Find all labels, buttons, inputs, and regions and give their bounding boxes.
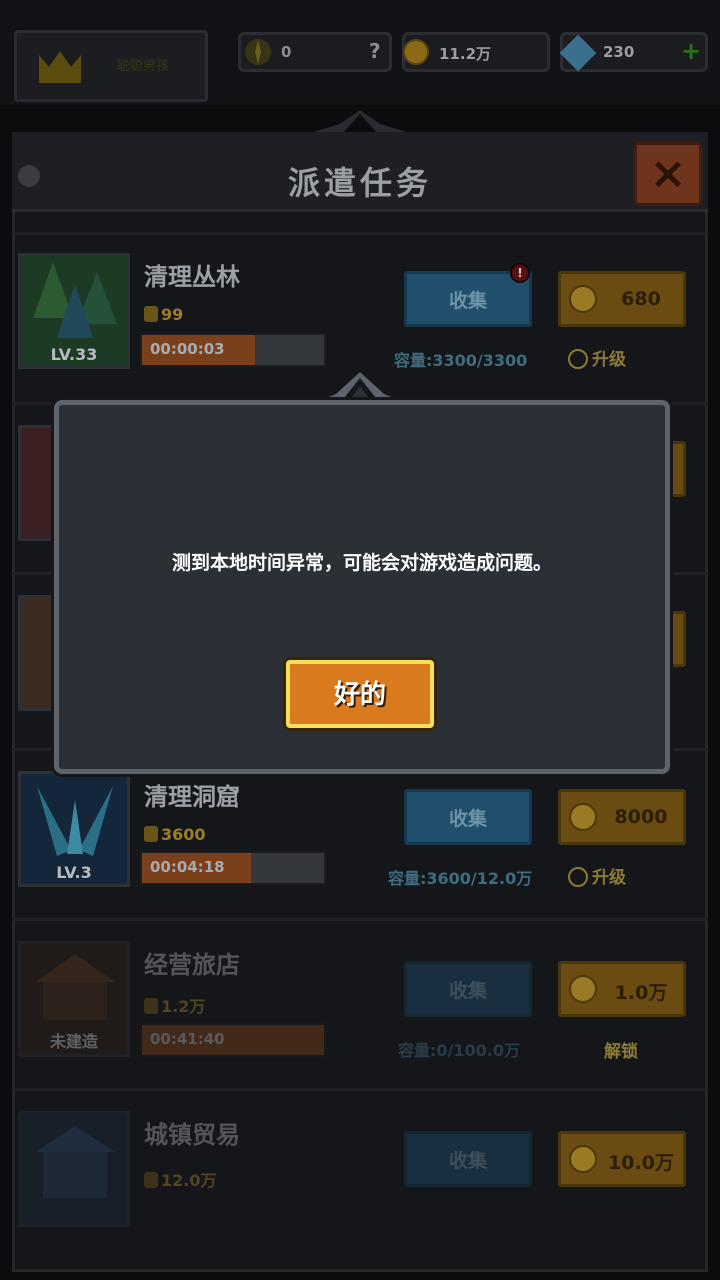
coin-icon bbox=[144, 1172, 158, 1188]
cost-value: 1.0万 bbox=[614, 982, 668, 1004]
upgrade-label: 升级 bbox=[592, 350, 626, 370]
cost-value: 10.0万 bbox=[608, 1152, 674, 1174]
mission-row: 城镇贸易 12.0万 收集 10.0万 bbox=[12, 1088, 708, 1248]
mission-timer: 00:41:40 bbox=[140, 1023, 326, 1057]
reward-value: 3600 bbox=[161, 825, 206, 844]
collect-label: 收集 bbox=[448, 1150, 487, 1172]
gem-resource: 230 + bbox=[559, 32, 708, 72]
unlock-label[interactable]: 解锁 bbox=[604, 1037, 638, 1062]
collect-label: 收集 bbox=[448, 808, 487, 830]
collect-button[interactable]: 收集 bbox=[404, 789, 532, 845]
coin-icon bbox=[144, 306, 158, 322]
gold-resource: 11.2万 bbox=[402, 32, 550, 72]
building-icon bbox=[35, 1126, 115, 1198]
reward-value: 1.2万 bbox=[161, 997, 206, 1016]
mission-reward: 3600 bbox=[144, 825, 206, 844]
build-status: 未建造 bbox=[49, 1032, 98, 1051]
crown-icon bbox=[39, 51, 81, 83]
cost-value: 8000 bbox=[614, 806, 668, 828]
close-button[interactable]: × bbox=[634, 142, 702, 206]
upgrade-cost-button[interactable]: 680 bbox=[558, 271, 686, 327]
capacity-text: 容量:0/100.0万 bbox=[398, 1041, 520, 1060]
mission-row: LV.33 清理丛林 99 00:00:03 收集 ! 680 容量:3300/… bbox=[12, 232, 708, 382]
collect-button[interactable]: 收集 bbox=[404, 961, 532, 1017]
ok-label: 好的 bbox=[333, 680, 386, 710]
mission-reward: 12.0万 bbox=[144, 1167, 216, 1191]
coin-icon bbox=[144, 998, 158, 1014]
alert-badge-icon: ! bbox=[510, 263, 530, 283]
mission-title: 清理丛林 bbox=[144, 263, 240, 291]
timer-text: 00:41:40 bbox=[150, 1030, 225, 1048]
cave-thumbnail: LV.3 bbox=[18, 771, 130, 887]
timer-text: 00:00:03 bbox=[150, 340, 225, 358]
reward-value: 12.0万 bbox=[161, 1171, 217, 1190]
close-icon: × bbox=[649, 148, 687, 199]
unlock-cost-button[interactable]: 1.0万 bbox=[558, 961, 686, 1017]
gold-coin-icon bbox=[403, 39, 429, 65]
gem-amount: 230 bbox=[603, 43, 635, 61]
dialog-message: 测到本地时间异常，可能会对游戏造成问题。 bbox=[171, 552, 552, 574]
coin-icon bbox=[569, 1145, 597, 1173]
reward-value: 99 bbox=[161, 305, 184, 324]
upgrade-arrow-icon bbox=[568, 867, 588, 887]
add-gems-button[interactable]: + bbox=[681, 37, 701, 65]
mission-level: LV.3 bbox=[56, 863, 92, 882]
upgrade-link[interactable]: 升级 bbox=[568, 863, 626, 888]
player-name: 聪聪男孩 bbox=[117, 59, 170, 74]
mission-reward: 99 bbox=[144, 305, 183, 324]
mission-row: 未建造 经营旅店 1.2万 00:41:40 收集 1.0万 容量:0/100.… bbox=[12, 918, 708, 1068]
coin-icon bbox=[569, 975, 597, 1003]
capacity-text: 容量:3300/3300 bbox=[394, 351, 528, 370]
compass-value: 0 bbox=[281, 43, 292, 61]
help-icon[interactable]: ? bbox=[369, 39, 381, 63]
ok-button[interactable]: 好的 bbox=[286, 660, 434, 728]
coin-icon bbox=[569, 803, 597, 831]
crystal-icon bbox=[37, 786, 113, 856]
mission-level: LV.33 bbox=[50, 345, 98, 364]
capacity-text: 容量:3600/12.0万 bbox=[388, 869, 533, 888]
coin-icon bbox=[144, 826, 158, 842]
mission-title: 清理洞窟 bbox=[144, 783, 240, 811]
mission-title: 经营旅店 bbox=[144, 951, 240, 979]
player-profile[interactable]: 聪聪男孩 bbox=[14, 30, 208, 102]
collect-label: 收集 bbox=[448, 980, 487, 1002]
gold-amount: 11.2万 bbox=[439, 45, 492, 63]
timer-text: 00:04:18 bbox=[150, 858, 225, 876]
upgrade-arrow-icon bbox=[568, 349, 588, 369]
house-icon bbox=[35, 954, 115, 1020]
mission-reward: 1.2万 bbox=[144, 993, 205, 1017]
collect-label: 收集 bbox=[448, 290, 487, 312]
panel-title: 派遣任务 bbox=[287, 164, 432, 202]
tree-icon bbox=[33, 262, 117, 338]
forest-thumbnail: LV.33 bbox=[18, 253, 130, 369]
upgrade-label: 升级 bbox=[592, 868, 626, 888]
mission-timer: 00:00:03 bbox=[140, 333, 326, 367]
gem-icon bbox=[559, 34, 597, 72]
collect-button[interactable]: 收集 bbox=[404, 1131, 532, 1187]
cost-value: 680 bbox=[621, 288, 661, 310]
mission-timer: 00:04:18 bbox=[140, 851, 326, 885]
inn-thumbnail: 未建造 bbox=[18, 941, 130, 1057]
unlock-cost-button[interactable]: 10.0万 bbox=[558, 1131, 686, 1187]
mission-title: 城镇贸易 bbox=[144, 1121, 240, 1149]
upgrade-link[interactable]: 升级 bbox=[568, 345, 626, 370]
upgrade-cost-button[interactable]: 8000 bbox=[558, 789, 686, 845]
coin-icon bbox=[569, 285, 597, 313]
town-thumbnail bbox=[18, 1111, 130, 1227]
compass-resource[interactable]: 0 ? bbox=[238, 32, 392, 72]
compass-icon bbox=[245, 39, 271, 65]
